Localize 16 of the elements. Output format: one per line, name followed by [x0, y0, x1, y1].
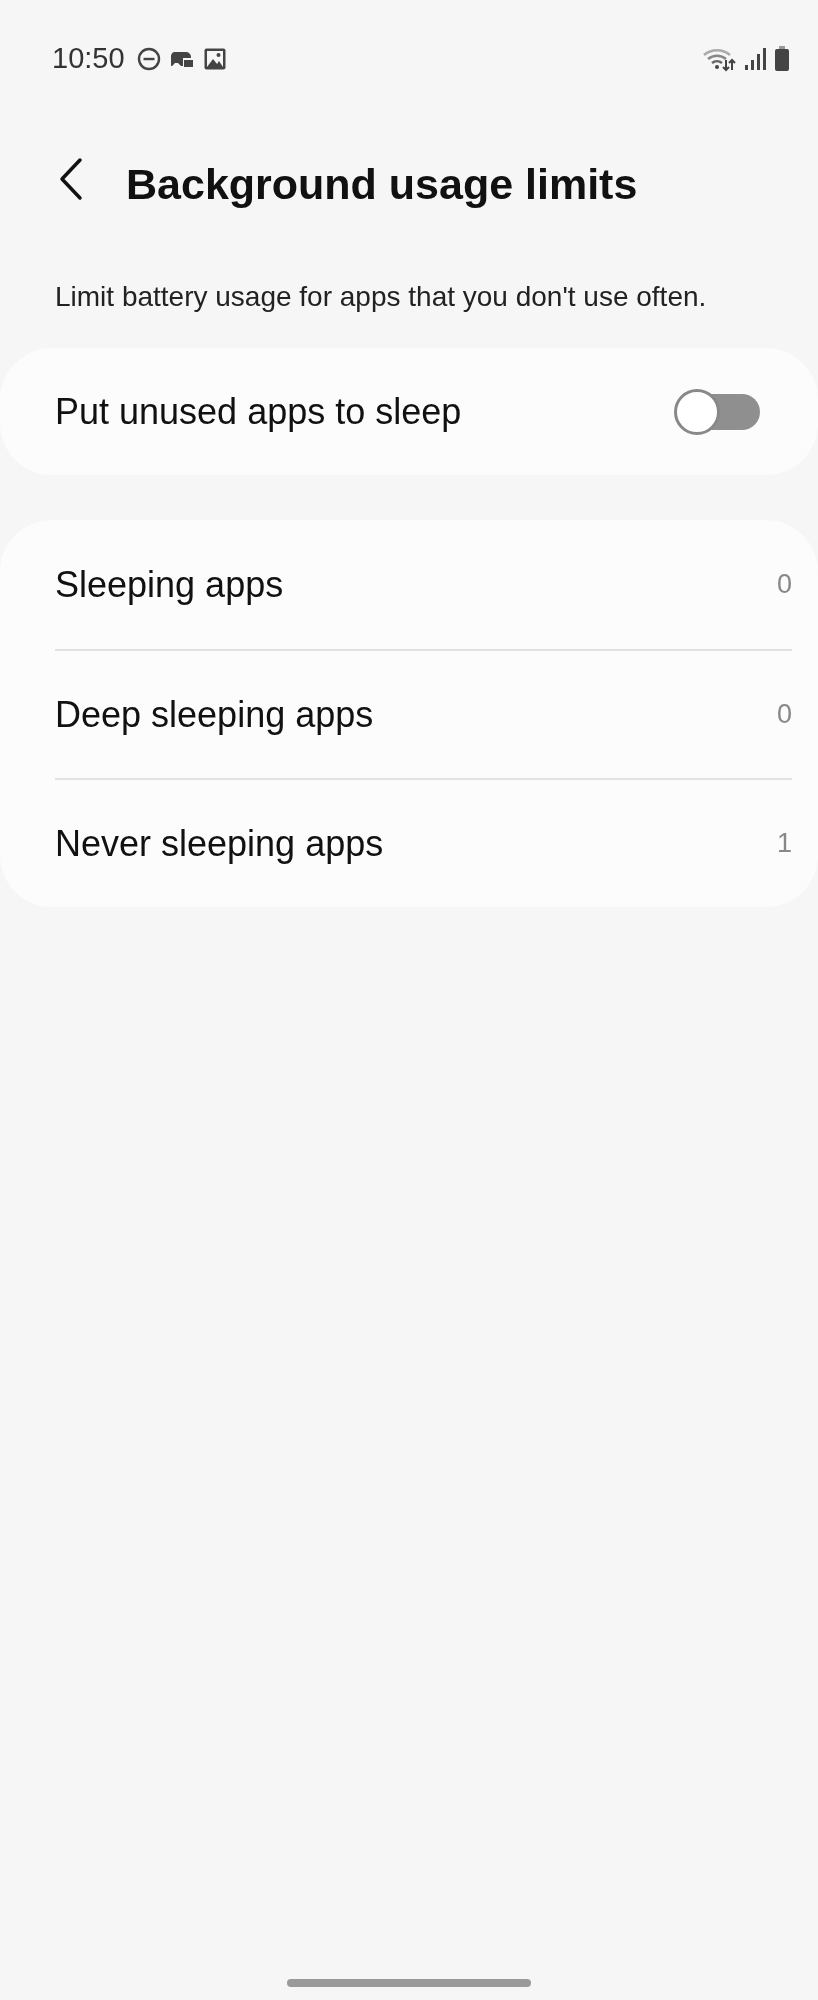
setting-label: Put unused apps to sleep [55, 389, 462, 434]
page-title: Background usage limits [126, 159, 638, 210]
app-count: 0 [776, 698, 792, 732]
list-item-label[interactable]: Deep sleeping apps [55, 687, 374, 742]
list-item-label[interactable]: Sleeping apps [55, 557, 284, 612]
wifi-icon [702, 46, 736, 72]
signal-icon [744, 47, 766, 71]
do-not-disturb-icon [136, 47, 161, 71]
list-item-label[interactable]: Never sleeping apps [55, 816, 384, 871]
image-icon [202, 47, 227, 71]
toggle-switch[interactable] [674, 388, 760, 435]
status-time: 10:50 [52, 41, 125, 77]
app-count: 1 [776, 827, 792, 861]
app-count: 0 [776, 568, 792, 602]
description-text: Limit battery usage for apps that you don't use often. [54, 280, 708, 314]
battery-icon [774, 46, 790, 72]
